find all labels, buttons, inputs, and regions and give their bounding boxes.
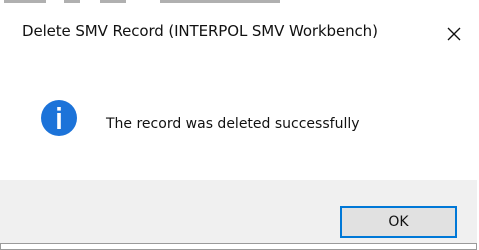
background-window-strip [0,0,479,8]
ok-button-label: OK [388,214,409,230]
dialog-content: The record was deleted successfully [0,59,477,180]
dialog-button-bar: OK [0,180,477,244]
info-icon [41,100,77,136]
background-fragment [100,0,126,3]
dialog-titlebar[interactable]: Delete SMV Record (INTERPOL SMV Workbenc… [0,8,477,59]
close-button[interactable] [431,8,477,59]
ok-button[interactable]: OK [340,206,457,238]
close-icon [447,27,461,40]
dialog-message: The record was deleted successfully [106,116,360,132]
message-dialog: Delete SMV Record (INTERPOL SMV Workbenc… [0,8,477,250]
background-fragment [4,0,46,3]
background-fragment [64,0,80,3]
dialog-title: Delete SMV Record (INTERPOL SMV Workbenc… [22,22,378,40]
background-fragment [160,0,280,3]
